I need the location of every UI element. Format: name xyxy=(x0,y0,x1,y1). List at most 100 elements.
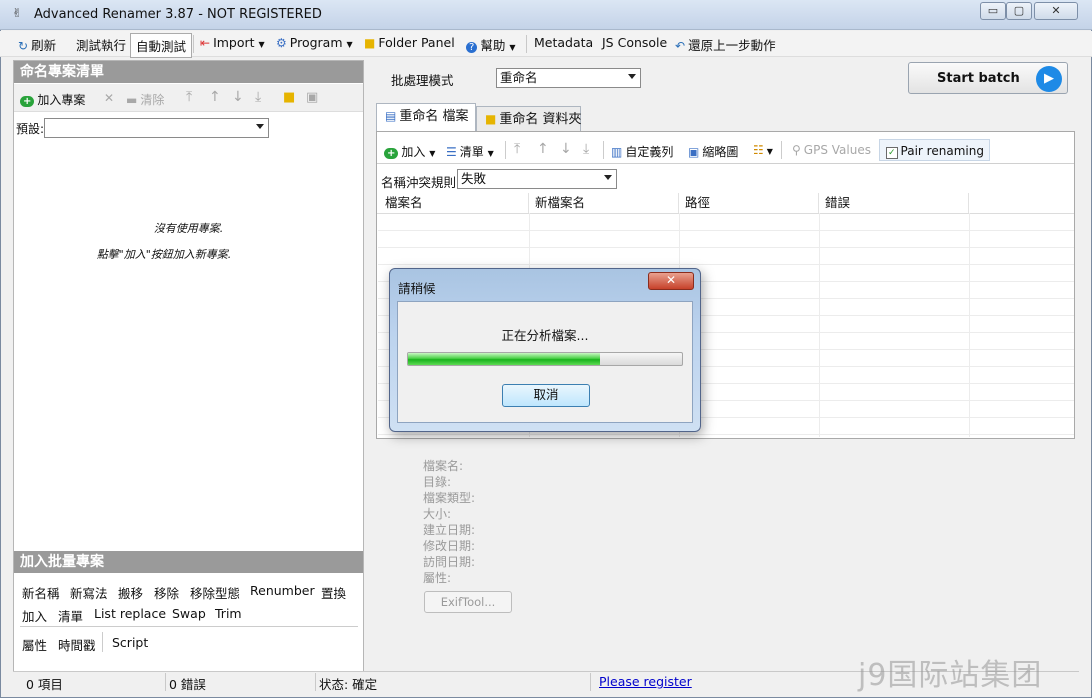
pair-renaming-option[interactable]: ✓ Pair renaming xyxy=(886,144,984,159)
list-button[interactable]: ☰ 清單 ▼ xyxy=(446,143,494,160)
maximize-button[interactable]: ▢ xyxy=(1006,2,1032,20)
toolbar-bottom-divider xyxy=(377,163,1074,164)
view-options-button[interactable]: ☷ ▼ xyxy=(753,143,773,157)
custom-columns-button[interactable]: ▥ 自定義列 xyxy=(611,143,673,160)
method-remove-pattern[interactable]: 移除型態 xyxy=(190,583,240,602)
add-project-button[interactable]: + 加入專案 xyxy=(20,91,85,108)
prop-directory-label: 目錄: xyxy=(423,475,452,489)
method-new-case[interactable]: 新寫法 xyxy=(70,583,108,602)
move-up-icon[interactable]: ↑ xyxy=(537,141,549,157)
conflict-rule-dropdown[interactable]: 失敗 xyxy=(457,169,617,189)
move-down-icon[interactable]: ↓ xyxy=(560,141,572,157)
open-folder-icon[interactable]: ■ xyxy=(283,90,295,105)
method-swap[interactable]: Swap xyxy=(172,606,206,621)
close-window-button[interactable]: ✕ xyxy=(1034,2,1078,20)
method-new-name[interactable]: 新名稱 xyxy=(22,583,60,602)
column-header-new-filename[interactable]: 新檔案名 xyxy=(527,193,679,213)
methods-divider xyxy=(20,626,358,627)
move-top-icon[interactable]: ⤒ xyxy=(186,89,192,105)
toolbar-divider xyxy=(526,35,527,53)
prop-size-label: 大小: xyxy=(423,507,452,521)
metadata-button[interactable]: Metadata xyxy=(534,35,593,50)
project-list-header: 命名專案清單 xyxy=(14,61,363,83)
method-remove[interactable]: 移除 xyxy=(154,583,179,602)
auto-test-toggle[interactable]: 自動測試 xyxy=(130,33,193,58)
import-menu-button[interactable]: ⇤ Import ▼ xyxy=(200,35,265,50)
eraser-icon: ▬ xyxy=(126,93,138,107)
method-script[interactable]: Script xyxy=(112,635,148,650)
minimize-button[interactable]: ▭ xyxy=(980,2,1006,20)
folder-panel-button[interactable]: ■ Folder Panel xyxy=(364,35,455,50)
batch-mode-dropdown[interactable]: 重命名 xyxy=(496,68,641,88)
method-renumber[interactable]: Renumber xyxy=(250,583,315,598)
method-move[interactable]: 搬移 xyxy=(118,583,143,602)
toolbar-divider xyxy=(603,141,604,159)
location-pin-icon: ⚲ xyxy=(792,143,801,157)
move-top-icon[interactable]: ⤒ xyxy=(514,141,520,157)
chevron-down-icon xyxy=(604,175,612,180)
column-header-path[interactable]: 路徑 xyxy=(677,193,819,213)
status-errors-count: 0 錯誤 xyxy=(169,677,206,692)
dialog-close-button[interactable]: ✕ xyxy=(648,272,694,290)
method-add[interactable]: 加入 xyxy=(22,606,47,625)
gps-values-button[interactable]: ⚲ GPS Values xyxy=(792,143,871,157)
prop-filename-label: 檔案名: xyxy=(423,459,464,473)
tab-rename-files[interactable]: ▤ 重命名 檔案 xyxy=(376,103,476,132)
play-icon: ▶ xyxy=(1036,66,1062,92)
conflict-rule-label: 名稱沖突規則: xyxy=(381,175,461,190)
preset-label: 預設: xyxy=(16,122,45,136)
clear-button[interactable]: ▬ 清除 xyxy=(126,91,164,108)
save-icon[interactable]: ▣ xyxy=(306,90,318,105)
program-menu-button[interactable]: ⚙ Program ▼ xyxy=(276,35,353,50)
move-up-icon[interactable]: ↑ xyxy=(209,89,221,105)
thumbnail-button[interactable]: ▣ 縮略圖 xyxy=(688,143,738,160)
prop-modified-label: 修改日期: xyxy=(423,539,476,553)
preset-dropdown[interactable] xyxy=(44,118,269,138)
js-console-button[interactable]: JS Console xyxy=(602,35,667,50)
method-list[interactable]: 清單 xyxy=(58,606,83,625)
dialog-message: 正在分析檔案... xyxy=(501,328,589,343)
add-files-button[interactable]: + 加入 ▼ xyxy=(384,143,435,160)
move-bottom-icon[interactable]: ⤓ xyxy=(583,141,589,157)
method-attributes[interactable]: 屬性 xyxy=(22,635,47,654)
column-header-error[interactable]: 錯誤 xyxy=(817,193,969,213)
batch-mode-label: 批處理模式 xyxy=(391,73,454,88)
dialog-body: 正在分析檔案... 取消 xyxy=(397,301,693,423)
tab-rename-folders[interactable]: ■ 重命名 資料夾 xyxy=(476,106,581,132)
folder-panel-label: Folder Panel xyxy=(378,35,455,50)
refresh-button[interactable]: ↻ 刷新 xyxy=(18,35,56,54)
prop-accessed-label: 訪問日期: xyxy=(423,555,476,569)
method-list-replace[interactable]: List replace xyxy=(94,606,166,621)
pair-renaming-label: Pair renaming xyxy=(900,144,984,158)
methods-divider xyxy=(102,632,103,652)
method-replace[interactable]: 置換 xyxy=(321,583,346,602)
app-logo-icon: ✌ xyxy=(12,6,23,20)
toolbar-divider xyxy=(505,141,506,159)
status-divider xyxy=(590,673,591,691)
cancel-button[interactable]: 取消 xyxy=(502,384,590,407)
add-files-label: 加入 xyxy=(401,145,426,159)
window-title: Advanced Renamer 3.87 - NOT REGISTERED xyxy=(34,7,322,22)
thumbnail-label: 縮略圖 xyxy=(702,145,739,159)
column-header-filename[interactable]: 檔案名 xyxy=(377,193,529,213)
help-label: 幫助 xyxy=(480,38,506,53)
chevron-down-icon xyxy=(628,74,636,79)
test-run-button[interactable]: 測試執行 xyxy=(76,35,126,54)
start-batch-button[interactable]: Start batch ▶ xyxy=(908,62,1068,94)
move-bottom-icon[interactable]: ⤓ xyxy=(255,89,261,105)
watermark-text: j9国际站集团 xyxy=(858,658,1043,693)
exiftool-button[interactable]: ExifTool... xyxy=(424,591,512,613)
chevron-down-icon: ▼ xyxy=(346,40,353,49)
method-timestamp[interactable]: 時間戳 xyxy=(58,635,96,654)
register-link[interactable]: Please register xyxy=(599,674,692,689)
help-menu-button[interactable]: ? 幫助 ▼ xyxy=(466,35,515,54)
move-down-icon[interactable]: ↓ xyxy=(232,89,244,105)
chevron-down-icon xyxy=(256,124,264,129)
undo-button[interactable]: ↶ 還原上一步動作 xyxy=(675,35,776,54)
program-icon: ⚙ xyxy=(276,36,287,50)
batch-mode-value: 重命名 xyxy=(500,70,538,85)
please-wait-dialog: 請稍候 ✕ 正在分析檔案... 取消 xyxy=(389,268,701,432)
columns-icon: ▥ xyxy=(611,145,623,159)
delete-icon[interactable]: ✕ xyxy=(104,91,114,105)
method-trim[interactable]: Trim xyxy=(215,606,242,621)
